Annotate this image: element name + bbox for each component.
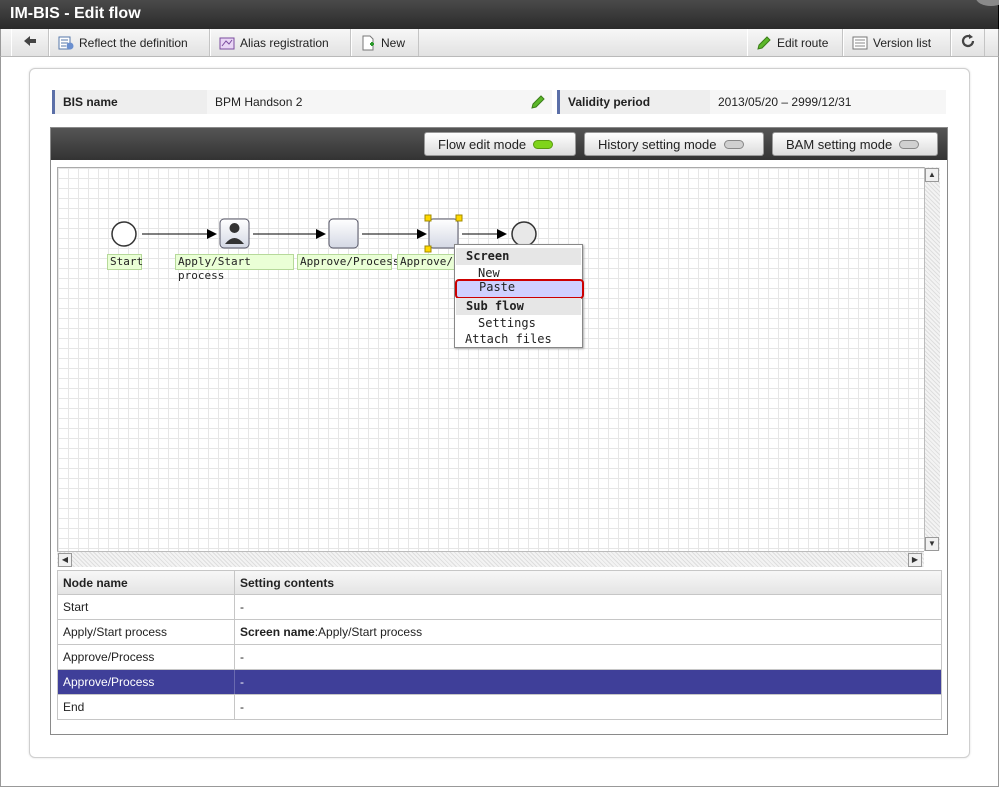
scroll-right-arrow-icon[interactable]: ▶	[908, 553, 922, 567]
context-menu-paste[interactable]: Paste	[455, 279, 584, 299]
context-menu-attach-files[interactable]: Attach files	[456, 331, 581, 347]
selection-handle[interactable]	[455, 214, 463, 222]
node-name-header: Node name	[63, 576, 128, 590]
setting-contents-value: -	[240, 700, 244, 714]
setting-contents-cell: -	[235, 645, 244, 670]
node-name-cell: Apply/Start process	[63, 625, 168, 639]
table-row[interactable]: Approve/Process -	[57, 645, 942, 670]
table-row[interactable]: End -	[57, 695, 942, 720]
node-name-cell: Approve/Process	[63, 650, 155, 664]
setting-contents-value: :Apply/Start process	[314, 625, 423, 639]
approve-process-label-selected: Approve/P	[397, 254, 457, 270]
setting-contents-value: -	[240, 600, 244, 614]
context-menu-subflow-settings[interactable]: Settings	[456, 315, 581, 331]
table-row-selected[interactable]: Approve/Process -	[57, 670, 942, 695]
scroll-left-arrow-icon[interactable]: ◀	[58, 553, 72, 567]
start-node[interactable]	[111, 221, 137, 247]
node-name-cell: Approve/Process	[63, 675, 155, 689]
selection-handle[interactable]	[424, 245, 432, 253]
table-header: Node name Setting contents	[57, 570, 942, 595]
vertical-scrollbar[interactable]: ▲ ▼	[924, 167, 940, 551]
table-row[interactable]: Start -	[57, 595, 942, 620]
scroll-down-arrow-icon[interactable]: ▼	[925, 537, 939, 551]
setting-contents-header: Setting contents	[240, 576, 335, 590]
horizontal-scrollbar[interactable]: ◀ ▶	[57, 551, 924, 567]
table-row[interactable]: Apply/Start process Screen name:Apply/St…	[57, 620, 942, 645]
setting-contents-cell: -	[235, 695, 244, 720]
start-node-label: Start	[107, 254, 143, 270]
setting-contents-cell: -	[235, 670, 244, 695]
context-menu-subflow-header: Sub flow	[456, 298, 581, 315]
setting-contents-cell: -	[235, 595, 244, 620]
node-name-cell: Start	[63, 600, 89, 614]
context-menu-screen-header: Screen	[456, 248, 581, 265]
setting-contents-value: -	[240, 650, 244, 664]
approve-process-label: Approve/Process	[297, 254, 399, 270]
apply-start-process-label: Apply/Start process	[175, 254, 294, 282]
setting-contents-value: -	[240, 675, 244, 689]
context-menu: Screen New Paste Sub flow Settings Attac…	[454, 244, 584, 348]
node-name-cell: End	[63, 700, 85, 714]
scroll-up-arrow-icon[interactable]: ▲	[925, 168, 939, 182]
setting-contents-cell: Screen name:Apply/Start process	[235, 620, 422, 645]
approve-process-node[interactable]	[328, 218, 359, 249]
setting-contents-bold: Screen name	[240, 625, 315, 639]
selection-handle[interactable]	[424, 214, 432, 222]
end-node[interactable]	[511, 221, 537, 247]
